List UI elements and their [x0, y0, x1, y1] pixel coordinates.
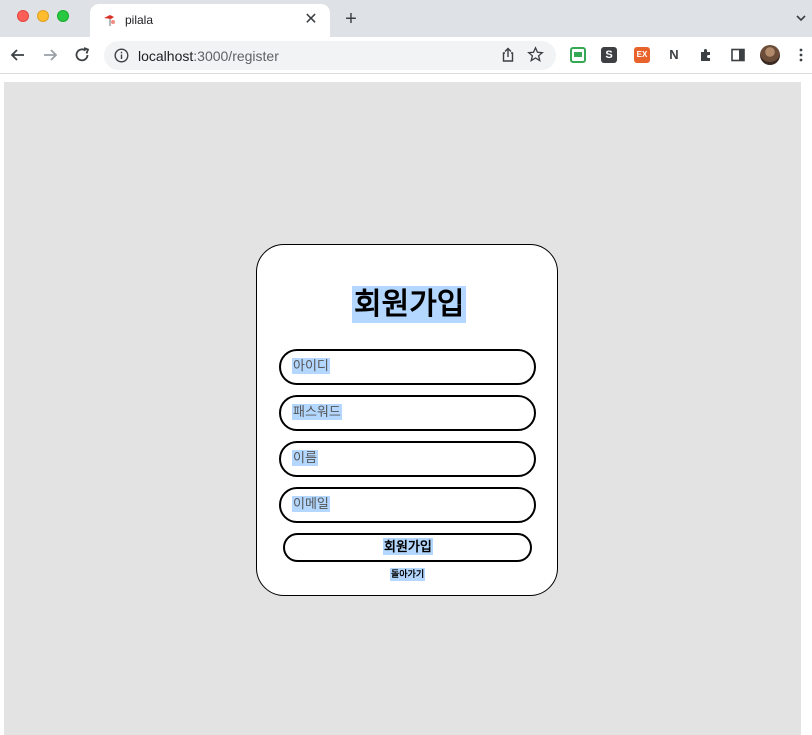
browser-tab[interactable]: pilala ✕ — [90, 4, 330, 37]
url-path: :3000/register — [193, 48, 279, 64]
window-maximize-button[interactable] — [57, 10, 69, 22]
extension-ex-icon[interactable]: EX — [634, 47, 650, 63]
tab-search-chevron-icon[interactable] — [794, 11, 808, 25]
id-placeholder: 아이디 — [292, 358, 330, 374]
page-viewport: 회원가입 아이디 패스워드 이름 이메일 회원가입 돌아가기 — [0, 75, 812, 735]
page-background: 회원가입 아이디 패스워드 이름 이메일 회원가입 돌아가기 — [4, 82, 801, 735]
side-panel-icon[interactable] — [730, 47, 746, 63]
tab-title: pilala — [125, 13, 154, 27]
address-bar[interactable]: localhost:3000/register — [104, 41, 556, 70]
register-card: 회원가입 아이디 패스워드 이름 이메일 회원가입 돌아가기 — [256, 244, 558, 596]
page-title: 회원가입 — [352, 286, 467, 323]
site-info-icon[interactable] — [114, 48, 129, 63]
browser-toolbar: localhost:3000/register S EX N — [0, 37, 812, 74]
name-placeholder: 이름 — [292, 450, 318, 466]
tab-favicon-icon — [104, 15, 115, 26]
extension-n-icon[interactable]: N — [666, 47, 682, 63]
back-link[interactable]: 돌아가기 — [390, 568, 426, 581]
profile-avatar[interactable] — [760, 45, 780, 65]
url-host: localhost — [138, 48, 194, 64]
window-minimize-button[interactable] — [37, 10, 49, 22]
url-text[interactable]: localhost:3000/register — [138, 48, 279, 64]
new-tab-button[interactable]: + — [341, 9, 361, 29]
register-button-label: 회원가입 — [383, 538, 433, 555]
extensions-puzzle-icon[interactable] — [698, 47, 714, 63]
forward-arrow-icon[interactable] — [40, 45, 60, 65]
extension-s-icon[interactable]: S — [601, 47, 617, 63]
browser-tab-bar: pilala ✕ + — [0, 0, 812, 37]
tab-close-icon[interactable]: ✕ — [302, 11, 320, 29]
back-arrow-icon[interactable] — [8, 45, 28, 65]
extension-screen-icon[interactable] — [570, 47, 586, 63]
reload-icon[interactable] — [72, 45, 92, 65]
browser-menu-icon[interactable] — [797, 47, 805, 63]
screen-icon — [574, 52, 582, 57]
bookmark-star-icon[interactable] — [527, 46, 544, 63]
password-placeholder: 패스워드 — [292, 404, 342, 420]
window-close-button[interactable] — [17, 10, 29, 22]
share-icon[interactable] — [500, 47, 516, 63]
email-placeholder: 이메일 — [292, 496, 330, 512]
